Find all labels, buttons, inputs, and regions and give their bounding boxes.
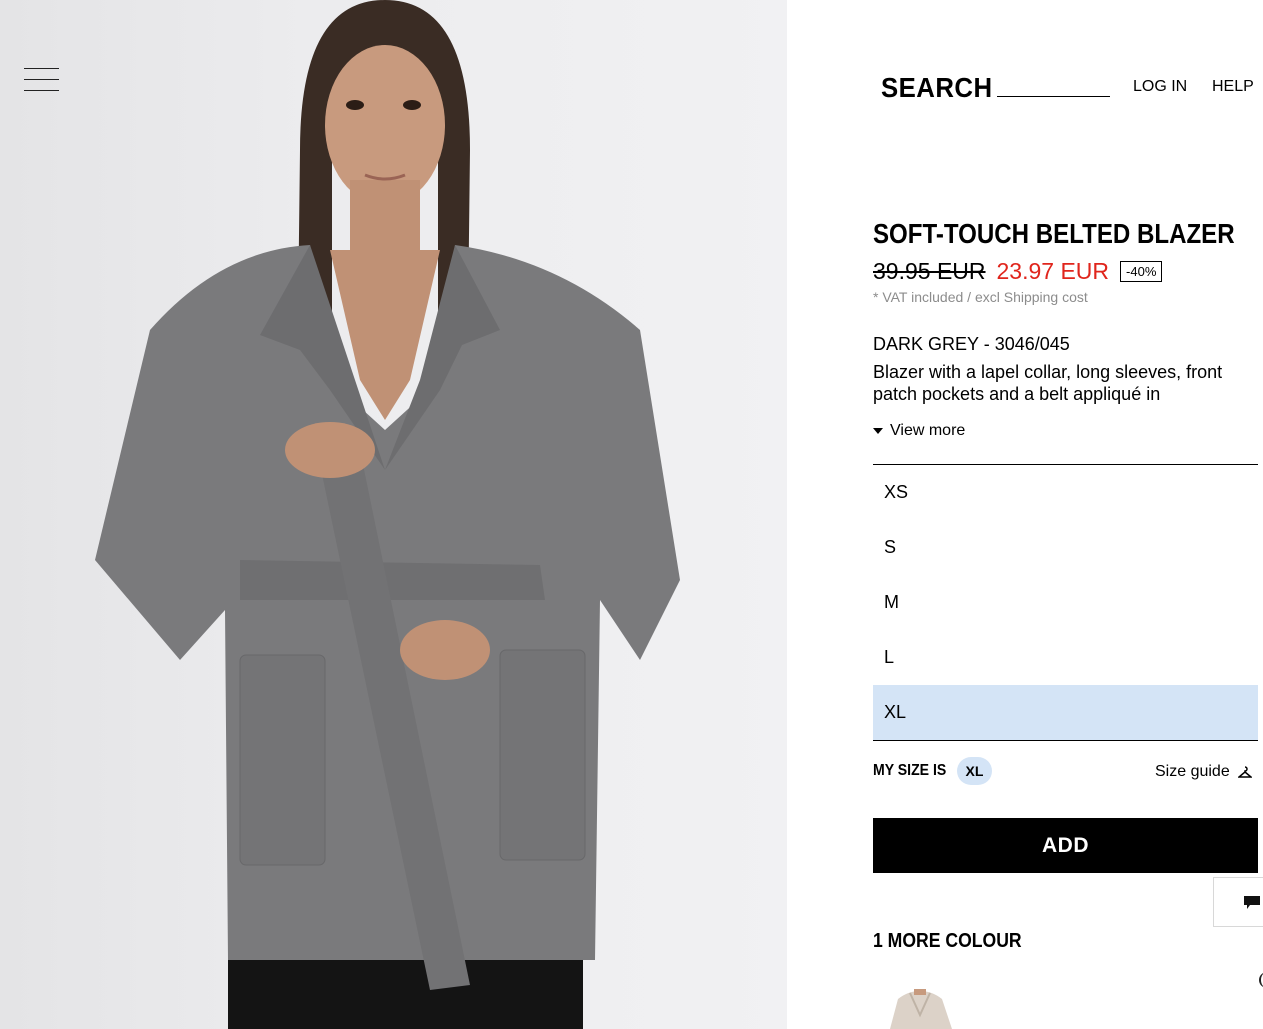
sale-price: 23.97 EUR xyxy=(996,257,1110,284)
chat-icon xyxy=(1244,896,1260,909)
price-row: 39.95 EUR 23.97 EUR -40% xyxy=(873,256,1163,286)
size-option-xs[interactable]: XS xyxy=(873,465,1258,520)
chevron-left-icon[interactable] xyxy=(1259,972,1263,988)
view-more-label: View more xyxy=(890,422,966,439)
search-label[interactable]: SEARCH xyxy=(881,72,993,104)
size-option-xl[interactable]: XL xyxy=(873,685,1258,740)
size-option-m[interactable]: M xyxy=(873,575,1258,630)
size-list: XS S M L XL xyxy=(873,464,1258,741)
old-price: 39.95 EUR xyxy=(873,257,986,284)
beige-blazer-thumbnail xyxy=(890,989,952,1029)
view-more-toggle[interactable]: View more xyxy=(873,422,965,440)
hanger-icon xyxy=(1237,766,1252,778)
more-colours-heading: 1 MORE COLOUR xyxy=(873,930,1022,952)
product-description: Blazer with a lapel collar, long sleeves… xyxy=(873,362,1223,404)
my-size-label: MY SIZE IS xyxy=(873,762,947,779)
help-link[interactable]: HELP xyxy=(1212,78,1254,96)
vat-note: * VAT included / excl Shipping cost xyxy=(873,289,1088,305)
size-option-s[interactable]: S xyxy=(873,520,1258,575)
add-to-cart-button[interactable]: ADD xyxy=(873,818,1258,873)
product-photo[interactable] xyxy=(0,0,787,1029)
model-illustration xyxy=(95,0,680,1029)
discount-badge: -40% xyxy=(1120,260,1163,282)
menu-icon[interactable] xyxy=(24,68,59,92)
size-option-l[interactable]: L xyxy=(873,630,1258,685)
colour-reference: DARK GREY - 3046/045 xyxy=(873,334,1070,354)
login-link[interactable]: LOG IN xyxy=(1133,78,1187,96)
size-guide-link[interactable]: Size guide xyxy=(1155,763,1252,781)
product-title: SOFT-TOUCH BELTED BLAZER xyxy=(873,218,1235,249)
search-input[interactable] xyxy=(997,76,1110,97)
caret-down-icon xyxy=(873,428,883,434)
size-guide-label: Size guide xyxy=(1155,763,1230,780)
colour-variant-thumbnail[interactable] xyxy=(880,985,960,1029)
chat-button[interactable] xyxy=(1213,877,1263,927)
my-size-pill[interactable]: XL xyxy=(957,757,992,785)
